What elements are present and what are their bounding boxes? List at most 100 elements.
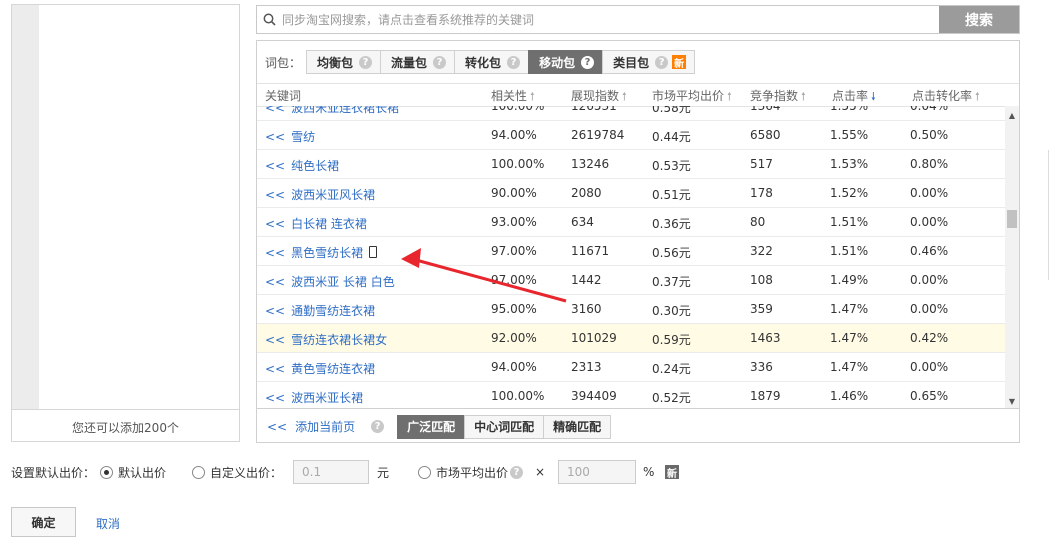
cell-comp: 517 bbox=[750, 157, 773, 171]
col-cvr[interactable]: 点击转化率 🠕 bbox=[912, 87, 980, 107]
col-relevance[interactable]: 相关性 🠕 bbox=[491, 87, 535, 107]
market-percent-input[interactable] bbox=[558, 460, 636, 484]
cell-ctr: 1.53% bbox=[830, 157, 869, 171]
phrase-match-button[interactable]: 中心词匹配 bbox=[464, 414, 545, 439]
scroll-up-icon[interactable]: ▲ bbox=[1005, 108, 1019, 122]
cell-cvr: 0.46% bbox=[910, 244, 949, 258]
scroll-down-icon[interactable]: ▼ bbox=[1005, 394, 1019, 408]
cell-bid: 0.58元 bbox=[652, 106, 691, 115]
add-keyword-link[interactable]: << 通勤雪纺连衣裙 bbox=[265, 302, 375, 319]
table-row[interactable]: << 黄色雪纺连衣裙 94.00% 2313 0.24元 336 1.47% 0.00% bbox=[257, 353, 1005, 382]
cell-imp: 1442 bbox=[571, 273, 602, 287]
add-keyword-link[interactable]: << 波西米亚风长裙 bbox=[265, 186, 375, 203]
broad-match-button[interactable]: 广泛匹配 bbox=[397, 414, 466, 439]
add-keyword-link[interactable]: << 波西米亚长裙 bbox=[265, 389, 363, 406]
cell-rel: 94.00% bbox=[491, 128, 537, 142]
col-keyword: 关键词 bbox=[265, 89, 302, 103]
cancel-link[interactable]: 取消 bbox=[96, 515, 120, 532]
percent-unit: % bbox=[643, 465, 655, 479]
cell-comp: 108 bbox=[750, 273, 773, 287]
selected-keywords-list[interactable] bbox=[39, 5, 239, 409]
package-label: 词包： bbox=[265, 55, 302, 70]
tab-category[interactable]: 类目包 ? 新 bbox=[602, 50, 696, 74]
help-icon[interactable]: ? bbox=[581, 55, 595, 69]
search-button[interactable]: 搜索 bbox=[939, 6, 1019, 33]
cell-comp: 1463 bbox=[750, 331, 781, 345]
scroll-thumb[interactable] bbox=[1007, 210, 1017, 228]
cell-bid: 0.51元 bbox=[652, 188, 691, 202]
table-row[interactable]: << 纯色长裙 100.00% 13246 0.53元 517 1.53% 0.80% bbox=[257, 150, 1005, 179]
package-tabs: 词包： 均衡包 ? 流量包 ? 转化包 ? 移动包 ? 类目包 ? 新 bbox=[257, 41, 1019, 83]
help-icon[interactable]: ? bbox=[507, 55, 521, 69]
cell-imp: 634 bbox=[571, 215, 594, 229]
radio-custom[interactable] bbox=[192, 465, 205, 479]
custom-bid-option[interactable]: 自定义出价： bbox=[192, 459, 282, 485]
confirm-button[interactable]: 确定 bbox=[11, 507, 76, 537]
help-icon[interactable]: ? bbox=[433, 55, 447, 69]
add-keyword-link[interactable]: << 雪纺 bbox=[265, 128, 315, 145]
table-row[interactable]: << 通勤雪纺连衣裙 95.00% 3160 0.30元 359 1.47% 0.00% bbox=[257, 295, 1005, 324]
sort-arrow-icon: 🠕 bbox=[727, 90, 732, 103]
table-row[interactable]: << 雪纺 94.00% 2619784 0.44元 6580 1.55% 0.50% bbox=[257, 121, 1005, 150]
add-keyword-link[interactable]: << 纯色长裙 bbox=[265, 157, 339, 174]
col-ctr[interactable]: 点击率 🠗 bbox=[832, 87, 876, 107]
table-scrollbar[interactable]: ▲ ▼ bbox=[1005, 106, 1019, 408]
table-row[interactable]: << 黑色雪纺长裙 97.00% 11671 0.56元 322 1.51% 0.46% bbox=[257, 237, 1005, 266]
table-row[interactable]: << 波西米亚连衣裙长裙 100.00% 126531 0.58元 1364 1.55% 0.… bbox=[257, 106, 1005, 121]
keyword-recommendation-box: 词包： 均衡包 ? 流量包 ? 转化包 ? 移动包 ? 类目包 ? 新 关键词 … bbox=[256, 40, 1020, 443]
help-icon[interactable]: ? bbox=[371, 420, 385, 433]
new-badge: 新 bbox=[672, 55, 687, 70]
cell-ctr: 1.51% bbox=[830, 215, 869, 229]
col-impressions[interactable]: 展现指数 🠕 bbox=[571, 87, 627, 107]
add-keyword-link[interactable]: << 黄色雪纺连衣裙 bbox=[265, 360, 375, 377]
radio-default[interactable] bbox=[100, 465, 113, 479]
selected-list-gutter bbox=[12, 5, 39, 409]
table-row[interactable]: << 波西米亚长裙 100.00% 394409 0.52元 1879 1.46% 0.65% bbox=[257, 382, 1005, 408]
help-icon[interactable]: ? bbox=[655, 55, 669, 69]
tab-traffic[interactable]: 流量包 ? bbox=[380, 50, 456, 74]
cell-rel: 94.00% bbox=[491, 360, 537, 374]
cell-bid: 0.53元 bbox=[652, 159, 691, 173]
add-keyword-link[interactable]: << 波西米亚连衣裙长裙 bbox=[265, 106, 399, 116]
table-row[interactable]: << 白长裙 连衣裙 93.00% 634 0.36元 80 1.51% 0.00% bbox=[257, 208, 1005, 237]
default-bid-option[interactable]: 默认出价 bbox=[100, 459, 166, 485]
cell-ctr: 1.46% bbox=[830, 389, 869, 403]
tab-balanced[interactable]: 均衡包 ? bbox=[306, 50, 382, 74]
tab-mobile[interactable]: 移动包 ? bbox=[528, 50, 604, 74]
search-bar: 搜索 bbox=[256, 5, 1020, 34]
col-avg-bid[interactable]: 市场平均出价 🠕 bbox=[652, 87, 732, 107]
cell-imp: 394409 bbox=[571, 389, 617, 403]
table-header: 关键词 相关性 🠕 展现指数 🠕 市场平均出价 🠕 竞争指数 🠕 点击率 🠗 点击转化率 🠕 bbox=[257, 83, 1019, 107]
table-row[interactable]: << 波西米亚风长裙 90.00% 2080 0.51元 178 1.52% 0.00% bbox=[257, 179, 1005, 208]
cell-comp: 80 bbox=[750, 215, 766, 229]
cell-ctr: 1.47% bbox=[830, 302, 869, 316]
cell-rel: 100.00% bbox=[491, 106, 545, 113]
help-icon[interactable]: ? bbox=[510, 465, 524, 479]
help-icon[interactable]: ? bbox=[359, 55, 373, 69]
cell-imp: 11671 bbox=[571, 244, 610, 258]
custom-bid-input[interactable] bbox=[293, 460, 369, 484]
default-bid-label: 设置默认出价： bbox=[11, 465, 96, 480]
cell-imp: 2313 bbox=[571, 360, 602, 374]
add-keyword-link[interactable]: << 白长裙 连衣裙 bbox=[265, 215, 367, 232]
cell-cvr: 0.80% bbox=[910, 157, 949, 171]
table-row[interactable]: << 波西米亚 长裙 白色 97.00% 1442 0.37元 108 1.49% 0.00% bbox=[257, 266, 1005, 295]
exact-match-button[interactable]: 精确匹配 bbox=[543, 414, 612, 439]
add-current-page-link[interactable]: << 添加当前页 bbox=[267, 418, 355, 435]
remaining-count: 您还可以添加200个 bbox=[12, 409, 239, 444]
default-bid-settings: 设置默认出价： 默认出价 自定义出价： 元 市场平均出价? × % 新 bbox=[11, 459, 711, 485]
cell-comp: 1879 bbox=[750, 389, 781, 403]
add-keyword-link[interactable]: << 黑色雪纺长裙 bbox=[265, 244, 378, 261]
table-row[interactable]: << 雪纺连衣裙长裙女 92.00% 101029 0.59元 1463 1.47% 0.42… bbox=[257, 324, 1005, 353]
radio-market[interactable] bbox=[418, 465, 431, 479]
market-bid-option[interactable]: 市场平均出价? bbox=[418, 459, 524, 485]
add-keyword-link[interactable]: << 波西米亚 长裙 白色 bbox=[265, 273, 395, 290]
cell-cvr: 0.00% bbox=[910, 302, 949, 316]
cell-cvr: 0.65% bbox=[910, 389, 949, 403]
sort-desc-icon: 🠗 bbox=[871, 90, 876, 103]
add-keyword-link[interactable]: << 雪纺连衣裙长裙女 bbox=[265, 331, 387, 348]
cell-cvr: 0.04% bbox=[910, 106, 949, 113]
search-input[interactable] bbox=[280, 11, 939, 28]
tab-conversion[interactable]: 转化包 ? bbox=[454, 50, 530, 74]
col-competition[interactable]: 竞争指数 🠕 bbox=[750, 87, 806, 107]
